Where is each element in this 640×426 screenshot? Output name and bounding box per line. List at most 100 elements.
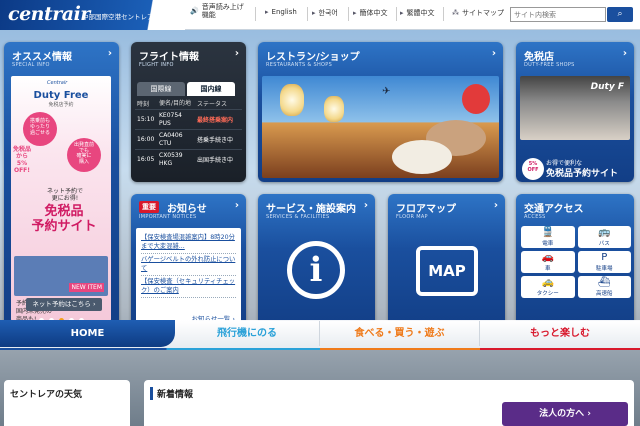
airplane-icon: ✈ bbox=[382, 86, 391, 97]
tab-domestic[interactable]: 国内線 bbox=[187, 82, 235, 96]
drink-image bbox=[462, 84, 490, 114]
product-thumbnail: NEW ITEM bbox=[14, 256, 108, 296]
divider bbox=[307, 7, 308, 21]
lang-traditional-chinese-label: 繁體中文 bbox=[406, 9, 435, 17]
search-button[interactable]: ⌕ bbox=[607, 7, 633, 22]
tile-subtitle: FLIGHT INFO bbox=[139, 62, 174, 68]
chevron-right-icon: › bbox=[493, 200, 498, 211]
notice-link[interactable]: バゲージベルトの外れ防止について bbox=[141, 254, 236, 276]
relax-circle: 搭乗前も ゆったり 過ごせる bbox=[23, 112, 57, 146]
lantern-image bbox=[280, 84, 304, 116]
tile-title: フライト情報 bbox=[139, 52, 199, 63]
flight-number: KE0754 PUS bbox=[159, 111, 182, 127]
tile-title: オススメ情報 bbox=[12, 52, 72, 63]
access-taxi[interactable]: 🚕 タクシー bbox=[521, 276, 575, 298]
logo-subtitle: 中部国際空港セントレア bbox=[82, 13, 154, 21]
lantern-image bbox=[324, 96, 344, 122]
arrow-icon: ▸ bbox=[265, 8, 269, 16]
nav-home[interactable]: HOME bbox=[0, 320, 175, 347]
divider bbox=[396, 7, 397, 21]
access-train[interactable]: 🚆 電車 bbox=[521, 226, 575, 248]
access-parking[interactable]: P 駐車場 bbox=[577, 251, 631, 273]
header-flight: 便名/目的地 bbox=[159, 99, 192, 107]
tile-title: 免税店 bbox=[524, 52, 554, 63]
map-icon: MAP bbox=[416, 246, 478, 296]
taxi-icon: 🚕 bbox=[541, 277, 554, 288]
special-info-tile[interactable]: オススメ情報 SPECIAL INFO › Centrair Duty Free… bbox=[4, 42, 119, 334]
tab-international[interactable]: 国際線 bbox=[137, 82, 185, 96]
lang-english-link[interactable]: ▸ English bbox=[265, 8, 297, 16]
table-row[interactable]: 16:00 CA0406 CTU 搭乗手続き中 bbox=[135, 129, 242, 149]
logo[interactable]: centrair 中部国際空港セントレア bbox=[0, 0, 185, 30]
lang-traditional-chinese-link[interactable]: ▸ 繁體中文 bbox=[400, 8, 435, 18]
voice-readout-link[interactable]: 🔊 音声読み上げ 機能 bbox=[190, 3, 244, 19]
sitemap-link[interactable]: ⁂ サイトマップ bbox=[452, 8, 504, 18]
access-label: タクシー bbox=[536, 291, 559, 297]
access-label: 車 bbox=[544, 266, 551, 272]
ship-icon: ⛴ bbox=[597, 277, 611, 288]
chevron-right-icon: › bbox=[363, 200, 368, 211]
notice-link[interactable]: 【保安検査場混雑案内】8時20分まで大変混雑... bbox=[141, 232, 236, 254]
flight-time: 15:10 bbox=[137, 116, 155, 123]
search-icon: ⌕ bbox=[617, 9, 623, 19]
nav-enjoy-more[interactable]: もっと楽しむ bbox=[480, 321, 640, 346]
access-tile[interactable]: 交通アクセス ACCESS 🚆 電車 🚌 バス 🚗 車 P 駐車場 🚕 タクシー ⛴ 高速船 bbox=[516, 194, 634, 332]
tile-subtitle: RESTAURANTS & SHOPS bbox=[266, 62, 333, 68]
lang-simplified-chinese-link[interactable]: ▸ 簡体中文 bbox=[353, 8, 388, 18]
lang-english-label: English bbox=[271, 8, 297, 16]
tile-subtitle: FLOOR MAP bbox=[396, 214, 428, 220]
brand-subtitle: 免税店予約 bbox=[48, 102, 74, 108]
arrow-icon: ▸ bbox=[353, 9, 357, 17]
table-row[interactable]: 16:05 CX0539 HKG 出国手続き中 bbox=[135, 149, 242, 169]
access-car[interactable]: 🚗 車 bbox=[521, 251, 575, 273]
shop-photo: Duty F bbox=[520, 76, 630, 140]
floor-map-tile[interactable]: フロアマップ FLOOR MAP › MAP bbox=[388, 194, 505, 332]
weather-heading: セントレアの天気 bbox=[4, 380, 130, 426]
services-facilities-tile[interactable]: サービス・施設案内 SERVICES & FACILITIES › i bbox=[258, 194, 375, 332]
info-icon: i bbox=[287, 241, 345, 299]
promo-line-2: 免税品予約サイト bbox=[546, 169, 619, 179]
car-icon: 🚗 bbox=[541, 252, 554, 263]
tile-subtitle: DUTY-FREE SHOPS bbox=[524, 62, 575, 68]
nav-fly[interactable]: 飛行機にのる bbox=[175, 321, 320, 346]
info-glyph: i bbox=[309, 250, 323, 290]
restaurant-photo: ✈ bbox=[262, 76, 499, 178]
flight-number: CX0539 HKG bbox=[159, 151, 183, 167]
flight-status: 搭乗手続き中 bbox=[197, 137, 234, 144]
access-label: 駐車場 bbox=[595, 266, 613, 272]
logo-text: centrair bbox=[8, 3, 90, 25]
parking-icon: P bbox=[601, 252, 608, 263]
search-input[interactable] bbox=[510, 7, 606, 22]
access-ship[interactable]: ⛴ 高速船 bbox=[577, 276, 631, 298]
header-time: 時刻 bbox=[137, 101, 150, 108]
duty-free-shops-tile[interactable]: 免税店 DUTY-FREE SHOPS › Duty F 5% OFF お得で便… bbox=[516, 42, 634, 182]
notice-link[interactable]: 【保安検査（セキュリティチェック）のご案内 bbox=[141, 276, 236, 298]
flight-info-tile[interactable]: フライト情報 FLIGHT INFO › 国際線 国内線 時刻 便名/目的地 ス… bbox=[131, 42, 246, 182]
corporate-button[interactable]: 法人の方へ › bbox=[502, 402, 628, 426]
duty-free-banner[interactable]: Centrair Duty Free 免税店予約 搭乗前も ゆったり 過ごせる 出… bbox=[11, 76, 111, 323]
access-bus[interactable]: 🚌 バス bbox=[577, 226, 631, 248]
divider bbox=[443, 7, 444, 21]
top-bar: centrair 中部国際空港セントレア 🔊 音声読み上げ 機能 ▸ Engli… bbox=[0, 0, 640, 30]
bowl-image bbox=[392, 140, 452, 174]
reservation-site-title: 免税品 予約サイト bbox=[31, 204, 97, 234]
divider bbox=[255, 7, 256, 21]
notice-list: 【保安検査場混雑案内】8時20分まで大変混雑... バゲージベルトの外れ防止につ… bbox=[136, 228, 241, 328]
chevron-right-icon: › bbox=[234, 200, 239, 211]
net-reservation-button[interactable]: ネット予約はこちら › bbox=[26, 298, 102, 311]
restaurants-shops-tile[interactable]: レストラン/ショップ RESTAURANTS & SHOPS › ✈ bbox=[258, 42, 503, 182]
brand-top: Centrair bbox=[47, 80, 68, 86]
nav-eat-shop-play[interactable]: 食べる・買う・遊ぶ bbox=[320, 321, 480, 346]
tile-title: お知らせ bbox=[167, 204, 207, 215]
sitemap-label: サイトマップ bbox=[462, 9, 504, 17]
chevron-right-icon: › bbox=[107, 48, 112, 59]
nav-color-bar bbox=[0, 348, 640, 350]
lang-korean-link[interactable]: ▸ 한국어 bbox=[312, 8, 338, 18]
arrow-icon: ▸ bbox=[400, 9, 404, 17]
discount-badge: 5% OFF bbox=[522, 158, 544, 180]
promo-text: ネット予約で 更にお得! bbox=[46, 188, 83, 202]
lang-simplified-chinese-label: 簡体中文 bbox=[359, 9, 388, 17]
table-row[interactable]: 15:10 KE0754 PUS 最終搭乗案内 bbox=[135, 109, 242, 129]
tile-subtitle: SERVICES & FACILITIES bbox=[266, 214, 330, 220]
notices-tile[interactable]: 重要 お知らせ IMPORTANT NOTICES › 【保安検査場混雑案内】8… bbox=[131, 194, 246, 332]
